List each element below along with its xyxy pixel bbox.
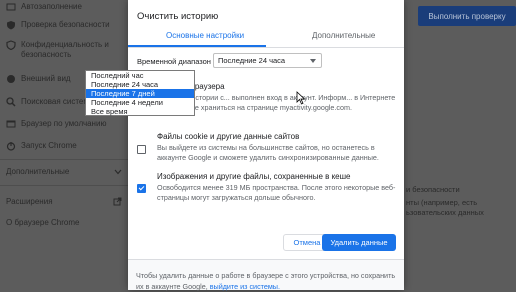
open-in-new-icon	[113, 197, 122, 208]
cookies-checkbox[interactable]	[137, 145, 146, 154]
tab-advanced[interactable]: Дополнительные	[312, 31, 375, 40]
time-range-value: Последние 24 часа	[218, 56, 286, 65]
sidebar-item-safety-check[interactable]: Проверка безопасности	[6, 18, 110, 32]
background-text: ьзовательских данных	[406, 208, 484, 217]
chevron-down-icon	[114, 168, 122, 178]
clear-browsing-data-dialog: Очистить историю Основные настройки Допо…	[128, 0, 404, 291]
footer-text: Чтобы удалить данные о работе в браузере…	[136, 271, 396, 291]
power-icon	[6, 141, 16, 151]
autofill-icon	[6, 2, 16, 12]
sidebar-item-search-engine[interactable]: Поисковая система	[6, 95, 93, 109]
sidebar-item-extensions[interactable]: Расширения	[6, 195, 124, 209]
palette-icon	[6, 74, 16, 84]
mouse-pointer-icon	[296, 91, 306, 110]
option-title: Файлы cookie и другие данные сайтов	[157, 132, 300, 141]
option-title: Изображения и другие файлы, сохраненные …	[157, 172, 351, 181]
settings-right-panel	[404, 0, 516, 290]
time-range-select[interactable]: Последние 24 часа	[213, 53, 322, 68]
tabs-divider	[128, 47, 404, 48]
sidebar-item-on-startup[interactable]: Запуск Chrome	[6, 139, 77, 153]
shield-icon	[6, 20, 16, 30]
sidebar-item-autofill[interactable]: Автозаполнение	[6, 0, 82, 14]
time-range-dropdown-list: Последний час Последние 24 часа Последни…	[85, 70, 195, 116]
search-icon	[6, 97, 16, 107]
sidebar-divider	[0, 159, 128, 160]
time-range-option[interactable]: Последние 4 недели	[86, 98, 194, 107]
clear-data-button[interactable]: Удалить данные	[322, 234, 396, 251]
browser-icon	[6, 119, 16, 129]
privacy-shield-icon	[6, 40, 16, 51]
dialog-title: Очистить историю	[137, 11, 219, 22]
time-range-option[interactable]: Последние 24 часа	[86, 80, 194, 89]
sidebar-item-default-browser[interactable]: Браузер по умолчанию	[6, 117, 106, 131]
time-range-option-highlighted[interactable]: Последние 7 дней	[86, 89, 194, 98]
time-range-option[interactable]: Последний час	[86, 71, 194, 80]
time-range-option[interactable]: Все время	[86, 107, 194, 116]
settings-sidebar: Автозаполнение Проверка безопасности Кон…	[0, 0, 128, 290]
background-text: и безопасности	[406, 185, 460, 194]
dropdown-arrow-icon	[310, 59, 316, 63]
run-safety-check-button[interactable]: Выполнить проверку	[418, 6, 516, 26]
sidebar-item-about[interactable]: О браузере Chrome	[6, 216, 79, 230]
sidebar-item-appearance[interactable]: Внешний вид	[6, 72, 71, 86]
tab-basic[interactable]: Основные настройки	[166, 31, 244, 40]
sidebar-advanced-toggle[interactable]: Дополнительные	[6, 165, 124, 179]
option-description: Вы выйдете из системы на большинстве сай…	[157, 143, 379, 162]
sidebar-item-privacy[interactable]: Конфиденциальность и безопасность	[6, 40, 126, 64]
background-text: нты (например, есть	[406, 198, 478, 207]
option-description: Освободится менее 319 МБ пространства. П…	[157, 183, 396, 202]
time-range-label: Временной диапазон	[137, 57, 211, 66]
sidebar-divider	[0, 185, 128, 186]
cached-images-checkbox[interactable]	[137, 184, 146, 193]
